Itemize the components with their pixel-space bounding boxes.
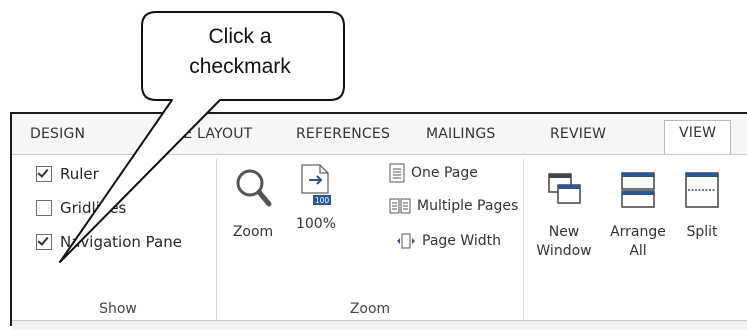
one-page-icon bbox=[389, 163, 405, 183]
multiple-pages-label: Multiple Pages bbox=[417, 198, 519, 214]
new-window-label-line1: New bbox=[548, 224, 580, 240]
multiple-pages-icon bbox=[389, 198, 411, 214]
document-area-edge bbox=[12, 320, 747, 329]
navigation-pane-checkbox[interactable] bbox=[36, 234, 52, 250]
group-separator bbox=[523, 159, 524, 321]
split-button[interactable]: Split bbox=[676, 171, 728, 242]
ribbon-panel: Ruler Gridlines Navigation Pane Show Zoo… bbox=[12, 154, 747, 321]
callout-text-line1: Click a bbox=[208, 25, 272, 48]
navigation-pane-label: Navigation Pane bbox=[60, 233, 182, 251]
arrange-all-icon bbox=[621, 172, 655, 208]
ruler-checkbox[interactable] bbox=[36, 166, 52, 182]
new-window-icon bbox=[548, 173, 581, 204]
gridlines-checkbox[interactable] bbox=[36, 200, 52, 216]
zoom-button[interactable]: Zoom bbox=[228, 167, 278, 242]
multiple-pages-button[interactable]: Multiple Pages bbox=[389, 198, 518, 214]
navigation-pane-checkbox-row[interactable]: Navigation Pane bbox=[36, 233, 182, 251]
tab-view[interactable]: VIEW bbox=[664, 120, 732, 155]
ruler-label: Ruler bbox=[60, 165, 99, 183]
one-page-button[interactable]: One Page bbox=[389, 163, 478, 183]
page-width-button[interactable]: Page Width bbox=[396, 233, 501, 249]
callout-text: Click a checkmark bbox=[150, 22, 330, 82]
ribbon-tab-bar: DESIGN PAGE LAYOUT REFERENCES MAILINGS R… bbox=[12, 114, 747, 155]
split-label: Split bbox=[686, 224, 718, 240]
gridlines-checkbox-row[interactable]: Gridlines bbox=[36, 199, 126, 217]
zoom-100-icon-text: 100 bbox=[315, 196, 330, 205]
new-window-label-line2: Window bbox=[536, 243, 592, 259]
page-width-icon bbox=[397, 233, 415, 249]
tab-references[interactable]: REFERENCES bbox=[296, 126, 390, 142]
ribbon: DESIGN PAGE LAYOUT REFERENCES MAILINGS R… bbox=[10, 112, 747, 329]
split-icon bbox=[685, 172, 719, 208]
zoom-100-button[interactable]: 100 100% bbox=[292, 163, 340, 234]
ruler-checkbox-row[interactable]: Ruler bbox=[36, 165, 99, 183]
page-width-label: Page Width bbox=[422, 233, 502, 249]
arrange-all-label-line1: Arrange bbox=[610, 224, 666, 240]
tab-design[interactable]: DESIGN bbox=[30, 126, 85, 142]
zoom-label: Zoom bbox=[232, 224, 274, 240]
magnifier-icon bbox=[236, 169, 272, 207]
zoom-group-label: Zoom bbox=[349, 301, 391, 317]
show-group-label: Show bbox=[99, 301, 137, 317]
new-window-button[interactable]: New Window bbox=[530, 171, 598, 261]
tab-mailings[interactable]: MAILINGS bbox=[426, 126, 496, 142]
tab-page-layout[interactable]: PAGE LAYOUT bbox=[155, 126, 252, 142]
zoom-100-label: 100% bbox=[295, 216, 337, 232]
arrange-all-label-line2: All bbox=[629, 243, 647, 259]
callout-text-line2: checkmark bbox=[189, 55, 291, 78]
gridlines-label: Gridlines bbox=[60, 199, 127, 217]
arrange-all-button[interactable]: Arrange All bbox=[606, 171, 670, 261]
one-page-label: One Page bbox=[411, 165, 478, 181]
tab-review[interactable]: REVIEW bbox=[550, 126, 606, 142]
zoom-100-icon: 100 bbox=[301, 164, 331, 205]
group-separator bbox=[216, 159, 217, 321]
